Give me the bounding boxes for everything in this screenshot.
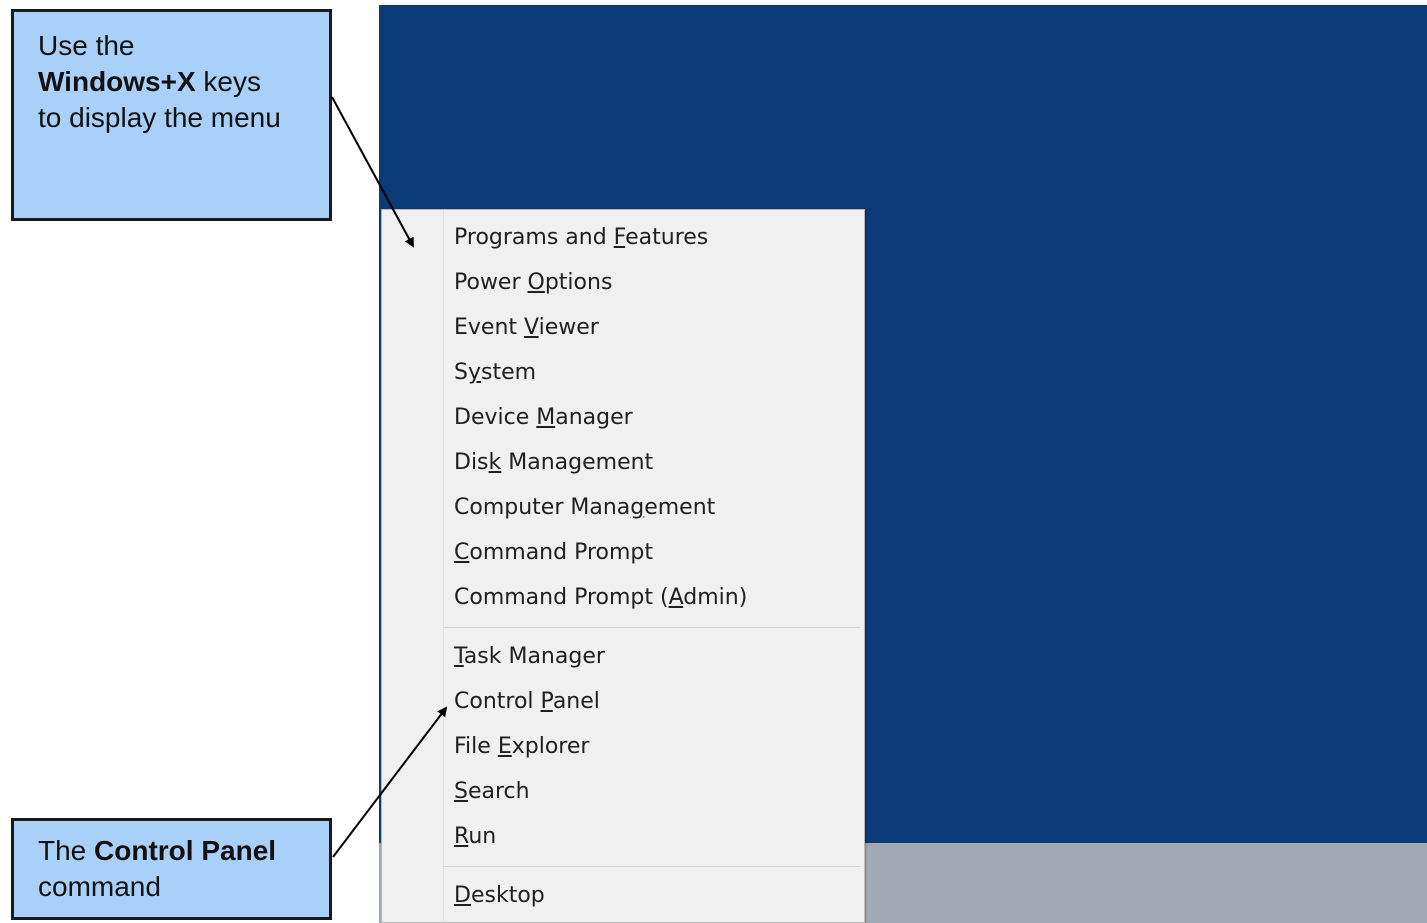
menu-item-label-part: Programs and: [454, 225, 614, 250]
menu-item-access-key: A: [668, 585, 684, 610]
menu-item-label-part: Control: [454, 689, 541, 714]
menu-item-label-part: S: [454, 360, 468, 385]
menu-item-system[interactable]: System: [454, 350, 536, 395]
menu-item-label-part: xplorer: [511, 734, 590, 759]
menu-item-programs-and-features[interactable]: Programs and Features: [454, 215, 708, 260]
winx-quick-link-menu: Programs and Features Power Options Even…: [381, 209, 865, 923]
menu-item-command-prompt[interactable]: Command Prompt: [454, 530, 653, 575]
menu-item-label-part: anel: [552, 689, 600, 714]
menu-item-label-part: Computer Mana: [454, 495, 631, 520]
menu-item-access-key: k: [488, 450, 502, 475]
menu-item-access-key: C: [454, 540, 470, 565]
menu-item-access-key: E: [497, 734, 512, 759]
callout-text-line: to display the menu: [38, 102, 281, 133]
menu-item-access-key: V: [524, 315, 539, 340]
menu-item-control-panel[interactable]: Control Panel: [454, 679, 600, 724]
menu-item-search[interactable]: Search: [454, 769, 530, 814]
menu-item-label-part: File: [454, 734, 498, 759]
menu-item-label-part: un: [468, 824, 497, 849]
menu-item-access-key: F: [613, 225, 626, 250]
callout-control-panel-command: The Control Panel command: [11, 818, 332, 920]
callout-text-line: Use the: [38, 30, 135, 61]
menu-item-device-manager[interactable]: Device Manager: [454, 395, 633, 440]
callout-hotkey: Windows+X: [38, 66, 196, 97]
callout-text-line: Windows+X keys: [38, 64, 329, 100]
callout-text-line: command: [38, 871, 161, 902]
menu-item-label-part: Device: [454, 405, 537, 430]
menu-item-task-manager[interactable]: Task Manager: [454, 634, 605, 679]
menu-item-label-part: stem: [481, 360, 537, 385]
menu-item-access-key: S: [454, 779, 468, 804]
menu-item-access-key: O: [527, 270, 545, 295]
menu-item-label-part: earch: [467, 779, 530, 804]
callout-windows-x-instruction: Use the Windows+X keys to display the me…: [11, 9, 332, 221]
menu-item-access-key: P: [540, 689, 553, 714]
callout-command-name: Control Panel: [94, 835, 277, 866]
menu-item-label-part: anager: [555, 405, 633, 430]
menu-item-label-part: iewer: [538, 315, 599, 340]
menu-item-label-part: Dis: [454, 450, 489, 475]
menu-item-file-explorer[interactable]: File Explorer: [454, 724, 589, 769]
menu-item-computer-management[interactable]: Computer Management: [454, 485, 715, 530]
menu-item-label-part: Power: [454, 270, 528, 295]
menu-item-label-part: Event: [454, 315, 525, 340]
menu-gutter-divider: [443, 210, 444, 922]
menu-item-label-part: Command Prompt (: [454, 585, 669, 610]
callout-text-fragment: The: [38, 835, 95, 866]
menu-item-label-part: ptions: [544, 270, 613, 295]
menu-item-run[interactable]: Run: [454, 814, 496, 859]
menu-item-label-part: eatures: [625, 225, 709, 250]
menu-item-desktop[interactable]: Desktop: [454, 873, 545, 918]
menu-item-label-part: ommand Prompt: [469, 540, 654, 565]
screenshot-stage: Programs and Features Power Options Even…: [0, 0, 1427, 923]
menu-item-access-key: D: [454, 883, 471, 908]
menu-item-label-part: esktop: [470, 883, 545, 908]
menu-item-event-viewer[interactable]: Event Viewer: [454, 305, 599, 350]
menu-item-access-key: T: [454, 644, 464, 669]
menu-item-disk-management[interactable]: Disk Management: [454, 440, 653, 485]
menu-item-power-options[interactable]: Power Options: [454, 260, 612, 305]
menu-item-label-part: ement: [644, 495, 716, 520]
menu-item-command-prompt-admin[interactable]: Command Prompt (Admin): [454, 575, 747, 620]
menu-item-label-part: ask Manager: [463, 644, 605, 669]
menu-separator: [444, 627, 860, 628]
menu-item-access-key: M: [536, 405, 556, 430]
menu-item-label-part: Management: [501, 450, 654, 475]
menu-item-access-key: y: [467, 360, 481, 385]
menu-item-access-key: g: [630, 495, 645, 520]
menu-separator: [444, 866, 860, 867]
menu-item-access-key: R: [454, 824, 469, 849]
menu-item-label-part: dmin): [683, 585, 748, 610]
callout-text-line: The Control Panel: [38, 833, 329, 869]
callout-text-fragment: keys: [195, 66, 262, 97]
